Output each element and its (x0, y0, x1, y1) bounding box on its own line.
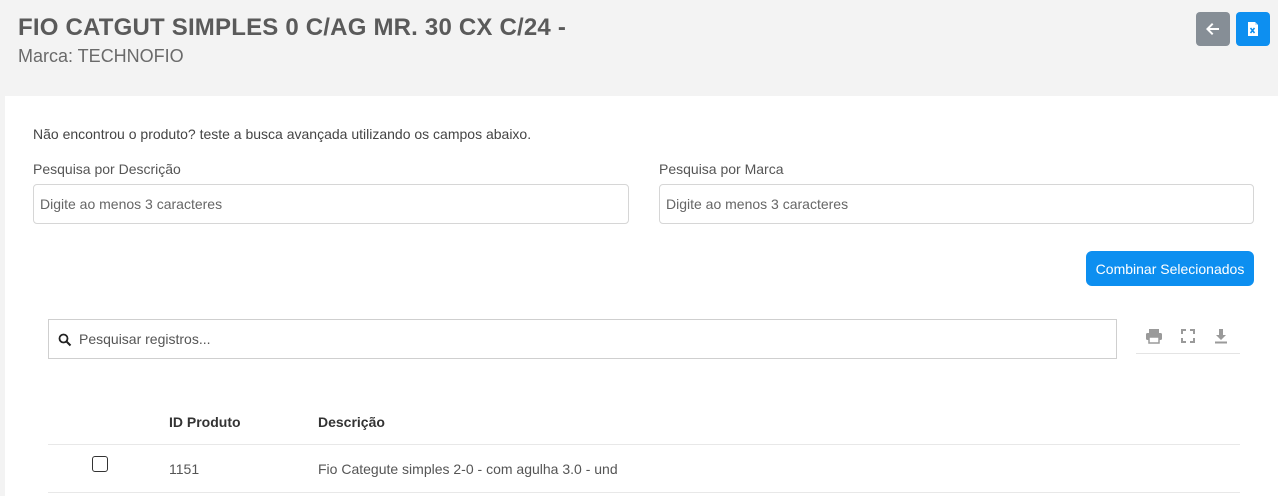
row-select-checkbox[interactable] (92, 456, 108, 472)
search-icon (58, 333, 72, 347)
print-button[interactable] (1144, 326, 1164, 346)
row-divider (48, 492, 1240, 493)
header-divider (48, 444, 1240, 445)
excel-icon (1248, 22, 1258, 36)
fullscreen-icon (1181, 329, 1195, 343)
advanced-search-hint: Não encontrou o produto? teste a busca a… (33, 126, 532, 142)
back-button[interactable] (1196, 12, 1230, 46)
brand-search-input[interactable] (659, 184, 1254, 224)
page-header: FIO CATGUT SIMPLES 0 C/AG MR. 30 CX C/24… (0, 0, 1278, 94)
content-card: Não encontrou o produto? teste a busca a… (5, 96, 1278, 496)
combine-selected-button[interactable]: Combinar Selecionados (1086, 251, 1254, 286)
row-description-cell: Fio Categute simples 2-0 - com agulha 3.… (318, 461, 618, 477)
table-search-input[interactable] (79, 320, 1109, 358)
row-id-cell: 1151 (169, 461, 200, 477)
arrow-left-icon (1206, 23, 1219, 35)
print-icon (1146, 329, 1162, 344)
export-excel-button[interactable] (1236, 12, 1270, 46)
fullscreen-button[interactable] (1178, 326, 1198, 346)
column-header-id[interactable]: ID Produto (169, 414, 241, 430)
download-button[interactable] (1211, 326, 1231, 346)
description-search-input[interactable] (33, 184, 629, 224)
column-header-description[interactable]: Descrição (318, 414, 385, 430)
download-icon (1215, 329, 1227, 344)
table-search-box[interactable] (48, 319, 1117, 359)
page-title: FIO CATGUT SIMPLES 0 C/AG MR. 30 CX C/24… (18, 14, 567, 41)
brand-search-label: Pesquisa por Marca (659, 161, 784, 177)
table-toolbar (1136, 319, 1240, 354)
description-search-label: Pesquisa por Descrição (33, 161, 181, 177)
page-subtitle: Marca: TECHNOFIO (18, 46, 184, 66)
